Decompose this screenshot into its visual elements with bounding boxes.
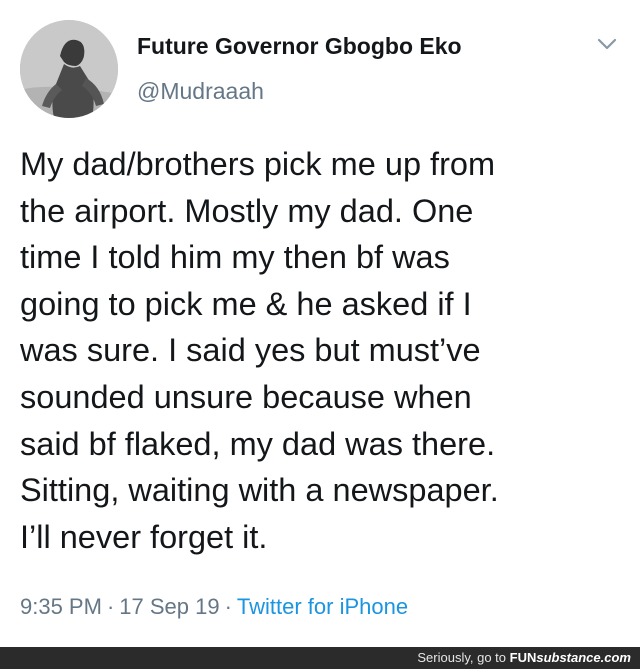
tweet-text-line: said bf flaked, my dad was there. [20,425,496,462]
watermark-prefix: Seriously, go to [417,650,510,665]
tweet-text-line: going to pick me & he asked if I [20,285,472,322]
tweet-meta: 9:35 PM · 17 Sep 19 · Twitter for iPhone [20,594,408,620]
tweet-text-line: I’ll never forget it. [20,518,268,555]
watermark-brand-rest: substance.com [536,650,631,665]
watermark-bar: Seriously, go to FUNsubstance.com [0,647,640,669]
user-handle[interactable]: @Mudraaah [137,78,264,105]
tweet-text-line: sounded unsure because when [20,378,472,415]
tweet-text-line: the airport. Mostly my dad. One [20,192,474,229]
tweet-card: Future Governor Gbogbo Eko @Mudraaah My … [0,0,640,669]
tweet-date[interactable]: 17 Sep 19 [119,594,219,619]
tweet-text-line: time I told him my then bf was [20,239,450,276]
tweet-source-link[interactable]: Twitter for iPhone [237,594,408,619]
tweet-text-line: Sitting, waiting with a newspaper. [20,472,499,509]
tweet-time[interactable]: 9:35 PM [20,594,102,619]
chevron-down-icon [597,38,617,50]
tweet-text-line: My dad/brothers pick me up from [20,146,496,182]
tweet-menu-button[interactable] [597,37,617,51]
tweet-text: My dad/brothers pick me up from the airp… [20,141,626,560]
profile-photo-icon [20,20,118,118]
watermark-brand-bold: FUN [509,650,537,665]
meta-separator: · [224,594,232,619]
meta-separator: · [106,594,115,619]
display-name[interactable]: Future Governor Gbogbo Eko [137,33,462,60]
avatar[interactable] [20,20,118,118]
tweet-text-line: was sure. I said yes but must’ve [20,332,481,369]
watermark-text[interactable]: Seriously, go to FUNsubstance.com [417,650,631,665]
